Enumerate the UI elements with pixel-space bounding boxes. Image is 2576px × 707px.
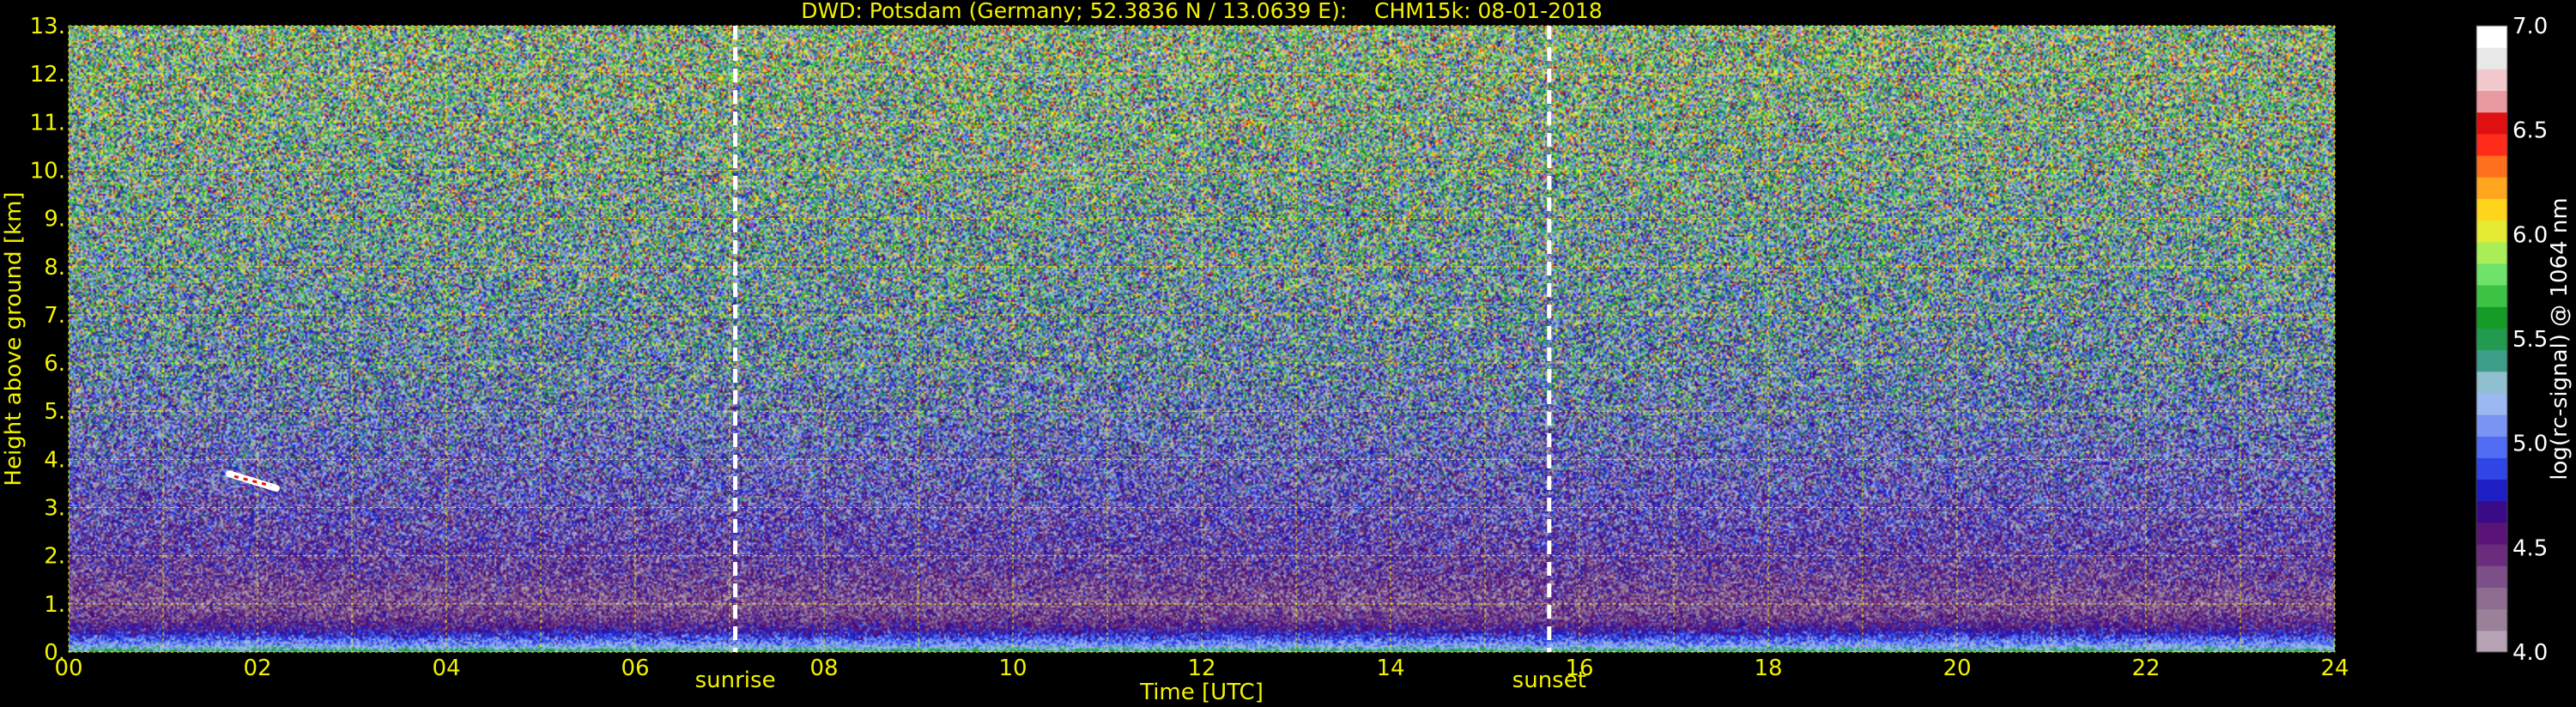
colorbar-tick-label: 6.0 xyxy=(2512,222,2548,248)
x-tick-label: 00 xyxy=(54,656,82,681)
y-axis-label: Height above ground [km] xyxy=(1,191,27,486)
colorbar-swatch xyxy=(2476,90,2507,113)
colorbar-swatch xyxy=(2476,241,2507,264)
colorbar-swatch xyxy=(2476,133,2507,156)
y-tick-label: 3. xyxy=(44,496,65,522)
ceilometer-chart: DWD: Potsdam (Germany; 52.3836 N / 13.06… xyxy=(0,0,2576,707)
colorbar-swatch xyxy=(2476,565,2507,588)
x-tick-label: 12 xyxy=(1187,656,1215,681)
y-tick-label: 12. xyxy=(30,62,65,88)
y-tick-label: 10. xyxy=(30,158,65,184)
plot-area xyxy=(68,25,2336,653)
y-tick-label: 4. xyxy=(44,447,65,473)
y-tick-label: 13. xyxy=(30,14,65,39)
y-tick-label: 11. xyxy=(30,110,65,136)
colorbar-swatch xyxy=(2476,500,2507,523)
x-axis-label: Time [UTC] xyxy=(1139,680,1264,705)
colorbar-tick-label: 5.5 xyxy=(2512,327,2548,353)
colorbar-label: log(rc-signal) @ 1064 nm xyxy=(2547,197,2573,480)
colorbar-tick-label: 7.0 xyxy=(2512,14,2548,39)
x-tick-label: 20 xyxy=(1943,656,1971,681)
x-tick-label: 10 xyxy=(998,656,1027,681)
colorbar-swatch xyxy=(2476,220,2507,243)
colorbar-swatch xyxy=(2476,630,2507,653)
x-tick-label: 18 xyxy=(1754,656,1782,681)
colorbar-tick-label: 4.0 xyxy=(2512,640,2548,666)
y-tick-label: 9. xyxy=(44,207,65,233)
colorbar-tick-label: 5.0 xyxy=(2512,432,2548,457)
colorbar-swatches xyxy=(2476,26,2507,653)
colorbar-swatch xyxy=(2476,371,2507,394)
colorbar-swatch xyxy=(2476,26,2507,48)
colorbar-swatch xyxy=(2476,436,2507,458)
colorbar-tick-label: 6.5 xyxy=(2512,118,2548,144)
colorbar-swatch xyxy=(2476,112,2507,135)
y-tick-label: 2. xyxy=(44,544,65,570)
colorbar-swatch xyxy=(2476,177,2507,199)
colorbar-swatch xyxy=(2476,414,2507,437)
colorbar-swatch xyxy=(2476,392,2507,415)
chart-title: DWD: Potsdam (Germany; 52.3836 N / 13.06… xyxy=(801,0,1603,23)
x-tick-label: 08 xyxy=(809,656,838,681)
colorbar-swatch xyxy=(2476,349,2507,372)
y-tick-label: 5. xyxy=(44,399,65,425)
colorbar-swatch xyxy=(2476,544,2507,566)
x-tick-label: 04 xyxy=(432,656,460,681)
colorbar-swatch xyxy=(2476,69,2507,92)
colorbar-swatch xyxy=(2476,522,2507,545)
y-tick-label: 1. xyxy=(44,592,65,618)
colorbar-swatch xyxy=(2476,285,2507,307)
colorbar-swatch xyxy=(2476,155,2507,178)
y-tick-label: 7. xyxy=(44,303,65,329)
sunset-label: sunset xyxy=(1512,668,1586,693)
x-tick-label: 22 xyxy=(2131,656,2160,681)
colorbar-swatch xyxy=(2476,608,2507,631)
y-tick-label: 8. xyxy=(44,255,65,281)
colorbar-swatch xyxy=(2476,198,2507,221)
x-tick-label: 14 xyxy=(1376,656,1404,681)
colorbar-tick-label: 4.5 xyxy=(2512,535,2548,561)
colorbar-swatch xyxy=(2476,328,2507,351)
colorbar-swatch xyxy=(2476,587,2507,610)
colorbar-swatch xyxy=(2476,457,2507,480)
colorbar-swatch xyxy=(2476,479,2507,502)
sunrise-label: sunrise xyxy=(695,668,776,693)
x-tick-label: 24 xyxy=(2320,656,2349,681)
colorbar-swatch xyxy=(2476,306,2507,329)
x-tick-label: 02 xyxy=(243,656,271,681)
y-tick-label: 6. xyxy=(44,351,65,377)
colorbar-swatch xyxy=(2476,263,2507,286)
colorbar-swatch xyxy=(2476,47,2507,69)
x-tick-label: 06 xyxy=(621,656,649,681)
